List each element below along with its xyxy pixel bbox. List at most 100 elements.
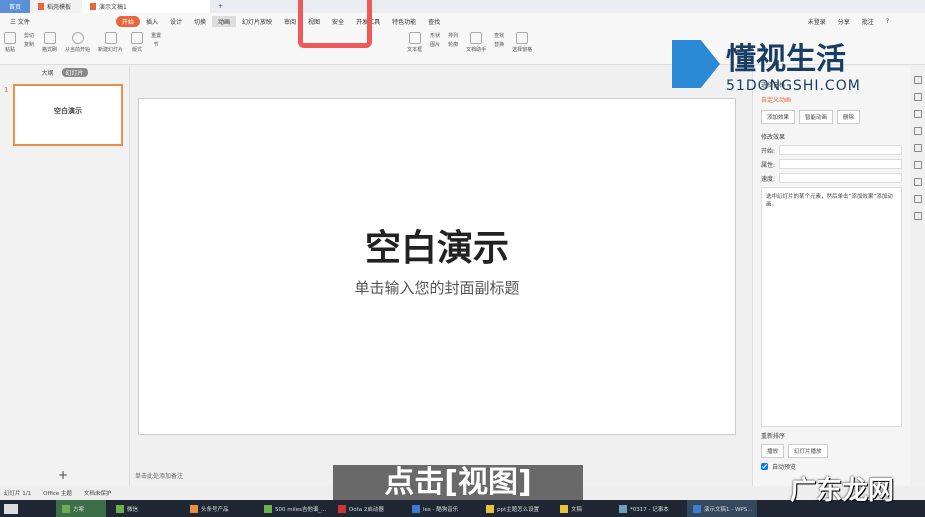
- sidebar-icon[interactable]: [913, 212, 922, 220]
- property-select[interactable]: [779, 159, 902, 169]
- add-effect-button[interactable]: 添加效果: [761, 110, 796, 124]
- add-slide-button[interactable]: +: [58, 468, 68, 482]
- menu-animation[interactable]: 动画: [211, 15, 236, 27]
- menu-start[interactable]: 开始: [115, 15, 140, 27]
- cut-button[interactable]: 剪切 复制: [24, 32, 34, 61]
- taskbar-item[interactable]: ppt主题怎么设置: [480, 500, 550, 517]
- selection-pane-button[interactable]: 选择窗格: [512, 32, 532, 61]
- label: 重置: [151, 33, 162, 39]
- share-button[interactable]: 分享: [832, 16, 856, 27]
- sidebar-icon[interactable]: [913, 161, 922, 169]
- label: 节: [153, 42, 159, 48]
- app-icon: [264, 504, 272, 513]
- menu-search[interactable]: 查找: [422, 16, 446, 27]
- textbox-button[interactable]: 文本框: [407, 32, 422, 61]
- label: 文稿: [571, 506, 583, 513]
- tab-label: 演示文稿1: [99, 4, 127, 11]
- sidebar-icon[interactable]: [913, 93, 922, 101]
- label: 粘贴: [4, 47, 15, 53]
- tab-docer[interactable]: 稻壳模板: [30, 0, 82, 13]
- arrange-button[interactable]: 排列 轮廓: [448, 32, 458, 61]
- slide-subtitle[interactable]: 单击输入您的封面副标题: [139, 277, 735, 298]
- app-icon: [560, 504, 568, 513]
- label: 方案: [73, 506, 85, 513]
- label: 复制: [24, 42, 35, 48]
- label: 头条号产品: [201, 506, 229, 513]
- find-button[interactable]: 查找 替换: [494, 32, 504, 61]
- start-select[interactable]: [779, 145, 902, 155]
- document-tab-bar: 首页 稻壳模板 演示文稿1 +: [0, 0, 925, 13]
- taskbar-item[interactable]: 头条号产品: [184, 500, 254, 517]
- play-icon: [71, 32, 84, 44]
- slideshow-button[interactable]: 幻灯片播放: [788, 444, 828, 458]
- animation-list[interactable]: 选中幻灯片的某个元素，然后单击“添加效果”添加动画。: [761, 187, 902, 427]
- play-button[interactable]: 播放: [761, 444, 785, 458]
- menu-design[interactable]: 设计: [164, 16, 188, 27]
- label: 格式刷: [42, 47, 58, 53]
- theme-name: Office 主题: [43, 491, 72, 497]
- reset-button[interactable]: 重置节: [151, 32, 161, 61]
- label: 文档助手: [466, 47, 487, 53]
- taskbar-item[interactable]: les - 酷狗音乐: [406, 500, 476, 517]
- label: 排列: [448, 33, 459, 39]
- slide-title[interactable]: 空白演示: [139, 219, 735, 271]
- taskbar-item[interactable]: *0317 - 记事本: [613, 500, 683, 517]
- menu-transition[interactable]: 切换: [188, 16, 212, 27]
- slide-thumbnail[interactable]: 空白演示: [13, 84, 123, 146]
- property-label: 属性:: [761, 161, 776, 169]
- menu-slideshow[interactable]: 幻灯片放映: [236, 16, 278, 27]
- taskbar-item[interactable]: 文稿: [554, 500, 609, 517]
- app-icon: [190, 504, 198, 513]
- label: 形状: [430, 33, 441, 39]
- taskbar-item[interactable]: 演示文稿1 - WPS...: [687, 500, 757, 517]
- slide-canvas[interactable]: 空白演示 单击输入您的封面副标题: [138, 98, 736, 435]
- sidebar-icon[interactable]: [913, 76, 922, 84]
- new-slide-button[interactable]: 新建幻灯片: [98, 32, 123, 61]
- tab-presentation[interactable]: 演示文稿1: [82, 0, 210, 13]
- layout-button[interactable]: 版式: [131, 32, 144, 61]
- taskbar-item[interactable]: Dota 2启动器: [332, 500, 402, 517]
- protection-status[interactable]: 文档未保护: [84, 489, 112, 497]
- label: 选择窗格: [512, 47, 533, 53]
- modify-effect-label: 修改效果: [761, 134, 786, 141]
- new-tab-button[interactable]: +: [210, 0, 231, 13]
- comment-button[interactable]: 批注: [856, 16, 880, 27]
- watermark-corner: 广东龙网: [790, 476, 895, 506]
- play-from-current-button[interactable]: 从当前开始: [65, 32, 90, 61]
- menu-insert[interactable]: 插入: [140, 16, 164, 27]
- doc-assistant-button[interactable]: 文档助手: [466, 32, 486, 61]
- sidebar-icon[interactable]: [913, 110, 922, 118]
- app-icon: [619, 504, 627, 513]
- help-button[interactable]: ?: [880, 17, 895, 26]
- speed-label: 速度:: [761, 175, 776, 183]
- sidebar-icon[interactable]: [913, 127, 922, 135]
- outline-tab[interactable]: 大纲: [41, 68, 53, 77]
- speed-select[interactable]: [779, 173, 902, 183]
- sidebar-icon[interactable]: [913, 178, 922, 186]
- delete-button[interactable]: 删除: [837, 110, 861, 124]
- app-icon: [486, 504, 494, 513]
- file-icon: [90, 3, 96, 10]
- shape-button[interactable]: 形状 图片: [430, 32, 440, 61]
- start-icon[interactable]: [4, 503, 18, 514]
- autopreview-checkbox[interactable]: [761, 463, 768, 470]
- format-painter-button[interactable]: 格式刷: [42, 32, 57, 61]
- paste-button[interactable]: 粘贴: [4, 32, 16, 61]
- label: 版式: [132, 47, 143, 53]
- menu-features[interactable]: 特色功能: [386, 16, 422, 27]
- tab-home[interactable]: 首页: [0, 0, 30, 13]
- smart-animation-button[interactable]: 智能动画: [799, 110, 834, 124]
- textbox-icon: [408, 32, 421, 44]
- sidebar-icon[interactable]: [913, 195, 922, 203]
- file-icon: [38, 3, 44, 10]
- login-button[interactable]: 未登录: [802, 16, 832, 27]
- label: 轮廓: [448, 42, 459, 48]
- slides-tab[interactable]: 幻灯片: [61, 68, 88, 77]
- tab-label: 稻壳模板: [47, 4, 72, 11]
- taskbar-item[interactable]: 500 miles吉他谱_...: [258, 500, 328, 517]
- sidebar-icon[interactable]: [913, 144, 922, 152]
- taskbar-item[interactable]: 方案: [56, 500, 106, 517]
- file-menu[interactable]: 三 文件: [4, 16, 36, 27]
- label: 替换: [494, 42, 505, 48]
- taskbar-item[interactable]: 微信: [110, 500, 180, 517]
